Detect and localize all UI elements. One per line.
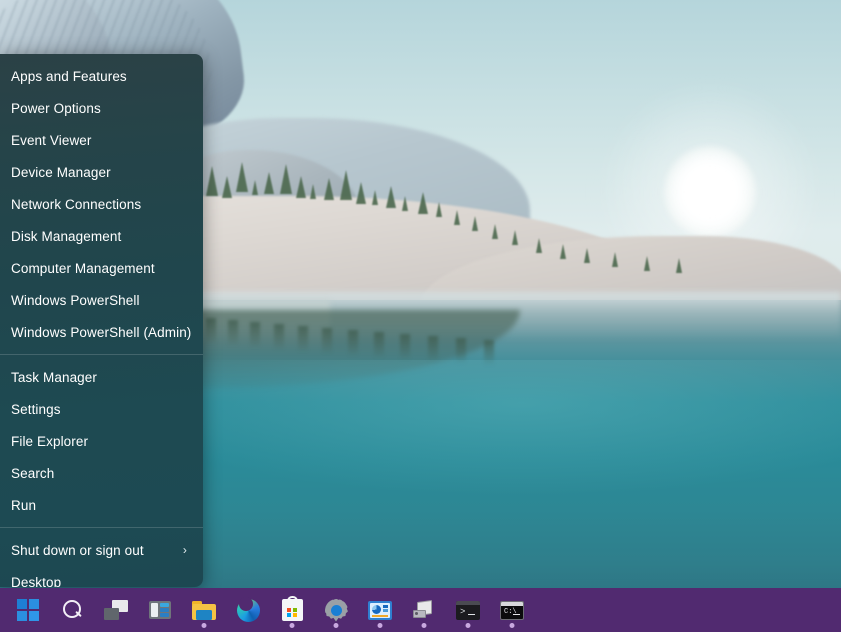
running-indicator <box>378 623 383 628</box>
winx-item-event-viewer[interactable]: Event Viewer <box>0 124 203 156</box>
store-button[interactable] <box>270 588 314 632</box>
menu-item-label: Search <box>11 466 193 481</box>
task-manager-icon <box>368 601 392 620</box>
winx-item-file-explorer[interactable]: File Explorer <box>0 425 203 457</box>
menu-item-label: Run <box>11 498 193 513</box>
winx-item-shut-down-or-sign-out[interactable]: Shut down or sign out › <box>0 534 203 566</box>
menu-item-label: Windows PowerShell (Admin) <box>11 325 193 340</box>
winx-group-tools: Task Manager Settings File Explorer Sear… <box>0 361 203 521</box>
menu-item-label: Task Manager <box>11 370 193 385</box>
device-manager-icon <box>412 600 436 620</box>
winx-group-system: Apps and Features Power Options Event Vi… <box>0 54 203 348</box>
menu-item-label: Event Viewer <box>11 133 193 148</box>
file-explorer-icon <box>192 601 216 620</box>
widgets-button[interactable] <box>138 588 182 632</box>
search-button[interactable] <box>50 588 94 632</box>
taskbar[interactable]: > C:\ <box>0 588 841 632</box>
menu-item-label: File Explorer <box>11 434 193 449</box>
menu-item-label: Windows PowerShell <box>11 293 193 308</box>
menu-item-label: Disk Management <box>11 229 193 244</box>
file-explorer-button[interactable] <box>182 588 226 632</box>
command-prompt-icon: C:\ <box>500 601 524 620</box>
powershell-button[interactable]: > <box>446 588 490 632</box>
winx-item-disk-management[interactable]: Disk Management <box>0 220 203 252</box>
microsoft-store-icon <box>282 599 303 621</box>
menu-item-label: Settings <box>11 402 193 417</box>
task-view-icon <box>104 600 128 620</box>
winx-item-task-manager[interactable]: Task Manager <box>0 361 203 393</box>
winx-item-desktop[interactable]: Desktop <box>0 566 203 587</box>
powershell-icon: > <box>456 601 480 620</box>
winx-power-user-menu[interactable]: Apps and Features Power Options Event Vi… <box>0 54 203 587</box>
winx-item-windows-powershell-admin[interactable]: Windows PowerShell (Admin) <box>0 316 203 348</box>
device-manager-button[interactable] <box>402 588 446 632</box>
start-button[interactable] <box>6 588 50 632</box>
menu-item-label: Power Options <box>11 101 193 116</box>
menu-separator-2 <box>0 527 203 528</box>
winx-item-run[interactable]: Run <box>0 489 203 521</box>
menu-item-label: Computer Management <box>11 261 193 276</box>
task-view-button[interactable] <box>94 588 138 632</box>
winx-item-settings[interactable]: Settings <box>0 393 203 425</box>
menu-item-label: Network Connections <box>11 197 193 212</box>
running-indicator <box>290 623 295 628</box>
edge-button[interactable] <box>226 588 270 632</box>
widgets-icon <box>149 601 171 619</box>
search-icon <box>61 599 83 621</box>
winx-item-device-manager[interactable]: Device Manager <box>0 156 203 188</box>
gear-icon <box>325 599 348 622</box>
running-indicator <box>334 623 339 628</box>
winx-item-network-connections[interactable]: Network Connections <box>0 188 203 220</box>
sun <box>664 146 756 238</box>
chevron-right-icon: › <box>183 544 187 556</box>
running-indicator <box>510 623 515 628</box>
menu-item-label: Shut down or sign out <box>11 543 183 558</box>
winx-item-windows-powershell[interactable]: Windows PowerShell <box>0 284 203 316</box>
microsoft-edge-icon <box>237 599 260 622</box>
menu-item-label: Device Manager <box>11 165 193 180</box>
menu-item-label: Desktop <box>11 575 193 588</box>
menu-item-label: Apps and Features <box>11 69 193 84</box>
running-indicator <box>202 623 207 628</box>
settings-button[interactable] <box>314 588 358 632</box>
menu-separator-1 <box>0 354 203 355</box>
winx-item-power-options[interactable]: Power Options <box>0 92 203 124</box>
winx-item-apps-and-features[interactable]: Apps and Features <box>0 60 203 92</box>
winx-item-computer-management[interactable]: Computer Management <box>0 252 203 284</box>
winx-group-session: Shut down or sign out › Desktop <box>0 534 203 587</box>
task-manager-button[interactable] <box>358 588 402 632</box>
command-prompt-button[interactable]: C:\ <box>490 588 534 632</box>
winx-item-search[interactable]: Search <box>0 457 203 489</box>
running-indicator <box>466 623 471 628</box>
running-indicator <box>422 623 427 628</box>
windows-start-icon <box>17 599 39 621</box>
